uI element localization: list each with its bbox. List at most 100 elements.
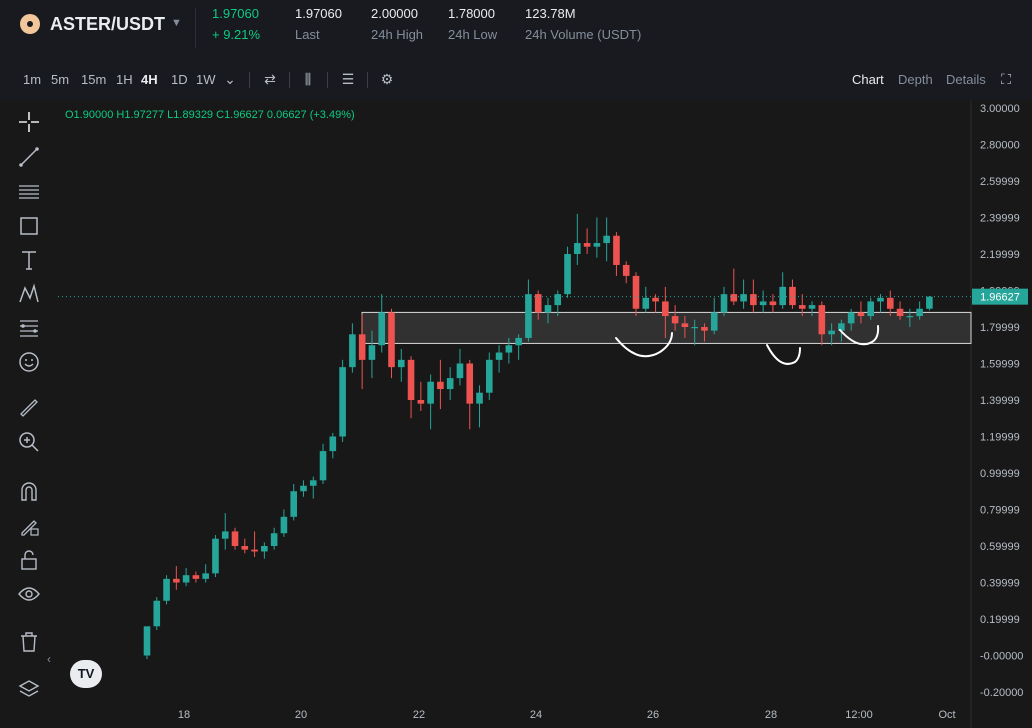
candle bbox=[153, 597, 161, 630]
candle-body bbox=[456, 363, 464, 379]
candle-body bbox=[163, 578, 170, 601]
gear-icon[interactable]: ⚙ bbox=[378, 70, 396, 88]
candle-type-icon[interactable]: ⫼ bbox=[299, 70, 317, 88]
toolbar-divider bbox=[327, 72, 328, 88]
stat-label: Last bbox=[295, 27, 320, 42]
y-tick-label: 2.59999 bbox=[980, 176, 1020, 188]
ohlc-close: C1.96627 bbox=[216, 109, 264, 121]
candle-body bbox=[280, 516, 288, 534]
candle-body bbox=[358, 334, 366, 360]
eye-icon[interactable] bbox=[17, 582, 41, 606]
timeframe-1h[interactable]: 1H bbox=[116, 72, 133, 87]
ohlc-open: O1.90000 bbox=[65, 109, 114, 121]
ruler-icon[interactable] bbox=[17, 396, 41, 420]
emoji-icon[interactable] bbox=[17, 350, 41, 374]
candlestick-chart[interactable]: 3.000002.800002.599992.399992.199991.999… bbox=[58, 100, 1032, 728]
candle-body bbox=[759, 301, 767, 306]
candle-body bbox=[486, 359, 493, 393]
candle-body bbox=[397, 359, 405, 368]
x-tick-label: 12:00 bbox=[845, 709, 873, 721]
candle-body bbox=[251, 549, 258, 552]
trash-icon[interactable] bbox=[17, 630, 41, 654]
candle-body bbox=[564, 254, 571, 295]
tab-depth[interactable]: Depth bbox=[898, 72, 933, 87]
candle-body bbox=[446, 378, 454, 390]
candle-body bbox=[710, 312, 718, 331]
timeframe-1m[interactable]: 1m bbox=[23, 72, 41, 87]
trend-line-icon[interactable] bbox=[17, 145, 41, 169]
candle-body bbox=[867, 301, 875, 317]
candle-body bbox=[270, 533, 278, 546]
candle-body bbox=[896, 308, 904, 317]
layers-icon[interactable] bbox=[17, 678, 41, 702]
candle-body bbox=[182, 575, 190, 583]
toolbar-divider bbox=[289, 72, 290, 88]
candle bbox=[212, 535, 219, 578]
candle-body bbox=[515, 337, 522, 346]
indicators-icon[interactable]: ⇄ bbox=[261, 70, 279, 88]
ticker-header: ASTER/USDT ▼ 1.97060 + 9.21% 1.97060 Las… bbox=[0, 0, 1032, 61]
candle-body bbox=[417, 400, 425, 404]
x-tick-label: Oct bbox=[938, 709, 955, 721]
y-tick-label: -0.20000 bbox=[980, 687, 1023, 699]
candle-body bbox=[603, 235, 610, 244]
candle-body bbox=[212, 538, 219, 574]
candle-body bbox=[261, 546, 268, 552]
x-tick-label: 22 bbox=[413, 709, 425, 721]
fullscreen-icon[interactable]: ⛶ bbox=[997, 70, 1015, 88]
y-tick-label: 2.19999 bbox=[980, 249, 1020, 261]
tab-details[interactable]: Details bbox=[946, 72, 986, 87]
candle-body bbox=[544, 305, 552, 313]
list-settings-icon[interactable]: ☰ bbox=[339, 70, 357, 88]
candle-body bbox=[818, 305, 826, 335]
timeframe-1d[interactable]: 1D bbox=[171, 72, 188, 87]
y-tick-label: 0.59999 bbox=[980, 541, 1020, 553]
ohlc-low: L1.89329 bbox=[167, 109, 214, 121]
candle-body bbox=[241, 546, 249, 550]
crosshair-icon[interactable] bbox=[17, 110, 41, 134]
timeframe-5m[interactable]: 5m bbox=[51, 72, 69, 87]
collapse-arrow-icon[interactable]: ‹ bbox=[47, 652, 51, 666]
timeframe-4h[interactable]: 4H bbox=[141, 72, 158, 87]
candle-body bbox=[309, 480, 317, 486]
fib-tool-icon[interactable] bbox=[17, 316, 41, 340]
support-zone-rectangle[interactable] bbox=[361, 311, 972, 344]
horizontal-lines-icon[interactable] bbox=[17, 180, 41, 204]
x-tick-label: 28 bbox=[765, 709, 777, 721]
y-tick-label: 0.19999 bbox=[980, 614, 1020, 626]
unlock-icon[interactable] bbox=[17, 548, 41, 572]
candle-body bbox=[476, 392, 483, 404]
symbol-selector[interactable]: ASTER/USDT bbox=[50, 14, 165, 35]
candle-body bbox=[662, 301, 669, 317]
candle bbox=[339, 359, 346, 442]
zoom-in-icon[interactable] bbox=[17, 430, 41, 454]
rectangle-tool-icon[interactable] bbox=[17, 214, 41, 238]
candle-body bbox=[339, 367, 346, 437]
magnet-icon[interactable] bbox=[17, 480, 41, 504]
current-price-label: 1.96627 bbox=[980, 292, 1020, 304]
candle-body bbox=[750, 294, 757, 306]
candle-body bbox=[349, 334, 356, 368]
timeframe-1w[interactable]: 1W bbox=[196, 72, 216, 87]
ohlc-high: H1.97277 bbox=[116, 109, 165, 121]
candle-body bbox=[525, 294, 532, 338]
y-tick-label: 1.39999 bbox=[980, 395, 1020, 407]
tab-chart[interactable]: Chart bbox=[852, 72, 884, 87]
candle-body bbox=[691, 327, 698, 329]
candle bbox=[143, 626, 151, 660]
candle-body bbox=[642, 297, 650, 309]
lock-drawing-icon[interactable] bbox=[17, 514, 41, 538]
text-tool-icon[interactable] bbox=[17, 248, 41, 272]
y-tick-label: 0.39999 bbox=[980, 578, 1020, 590]
timeframe-15m[interactable]: 15m bbox=[81, 72, 106, 87]
pattern-tool-icon[interactable] bbox=[17, 282, 41, 306]
candle-body bbox=[505, 345, 513, 353]
chevron-down-icon[interactable]: ⌄ bbox=[221, 70, 239, 88]
candle-body bbox=[857, 312, 865, 317]
candle-body bbox=[329, 436, 337, 452]
candle-body bbox=[632, 275, 640, 309]
candle-body bbox=[808, 305, 816, 309]
candle-body bbox=[231, 531, 239, 546]
candle-body bbox=[378, 312, 386, 346]
chevron-down-icon[interactable]: ▼ bbox=[171, 17, 182, 29]
